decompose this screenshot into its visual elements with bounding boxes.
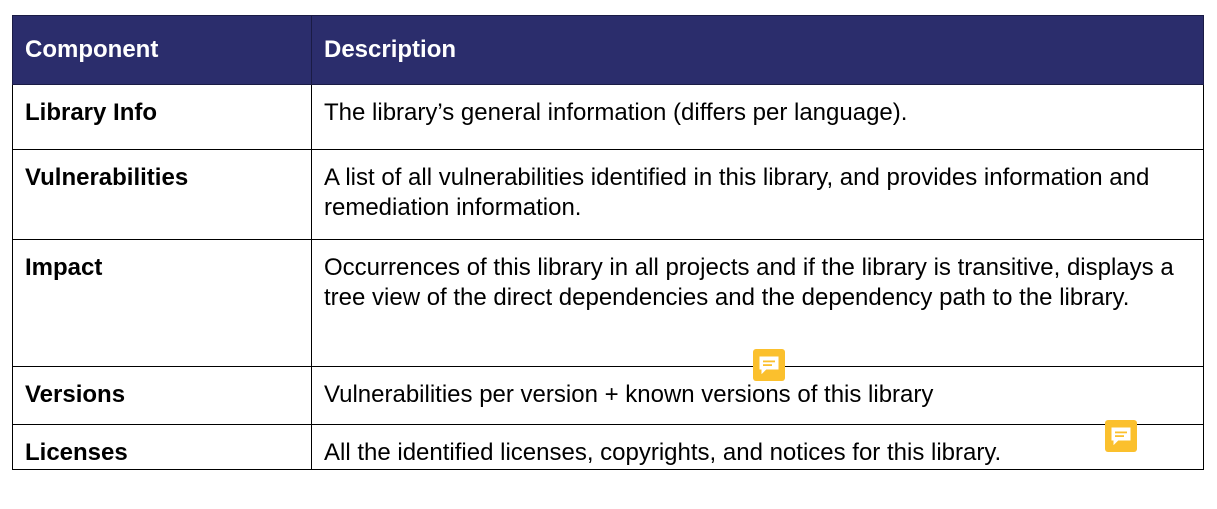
component-cell: Library Info bbox=[12, 84, 312, 150]
component-cell: Vulnerabilities bbox=[12, 149, 312, 240]
description-cell: The library’s general information (diffe… bbox=[311, 84, 1204, 150]
header-component: Component bbox=[12, 15, 312, 85]
table-header-row: Component Description bbox=[12, 15, 1204, 85]
comment-glyph-icon bbox=[759, 356, 779, 374]
table-row: Impact Occurrences of this library in al… bbox=[12, 239, 1204, 367]
comment-glyph-icon bbox=[1111, 427, 1131, 445]
table-row: Library Info The library’s general infor… bbox=[12, 84, 1204, 150]
description-cell: A list of all vulnerabilities identified… bbox=[311, 149, 1204, 240]
description-cell: Occurrences of this library in all proje… bbox=[311, 239, 1204, 367]
component-cell: Licenses bbox=[12, 424, 312, 470]
description-cell: All the identified licenses, copyrights,… bbox=[311, 424, 1204, 470]
component-table: Component Description Library Info The l… bbox=[12, 15, 1204, 470]
header-description: Description bbox=[311, 15, 1204, 85]
comment-icon[interactable] bbox=[753, 349, 785, 381]
component-cell: Versions bbox=[12, 366, 312, 425]
table-row: Licenses All the identified licenses, co… bbox=[12, 424, 1204, 470]
comment-icon[interactable] bbox=[1105, 420, 1137, 452]
component-table-container: Component Description Library Info The l… bbox=[12, 15, 1204, 509]
table-row: Vulnerabilities A list of all vulnerabil… bbox=[12, 149, 1204, 240]
component-cell: Impact bbox=[12, 239, 312, 367]
table-row: Versions Vulnerabilities per version + k… bbox=[12, 366, 1204, 425]
